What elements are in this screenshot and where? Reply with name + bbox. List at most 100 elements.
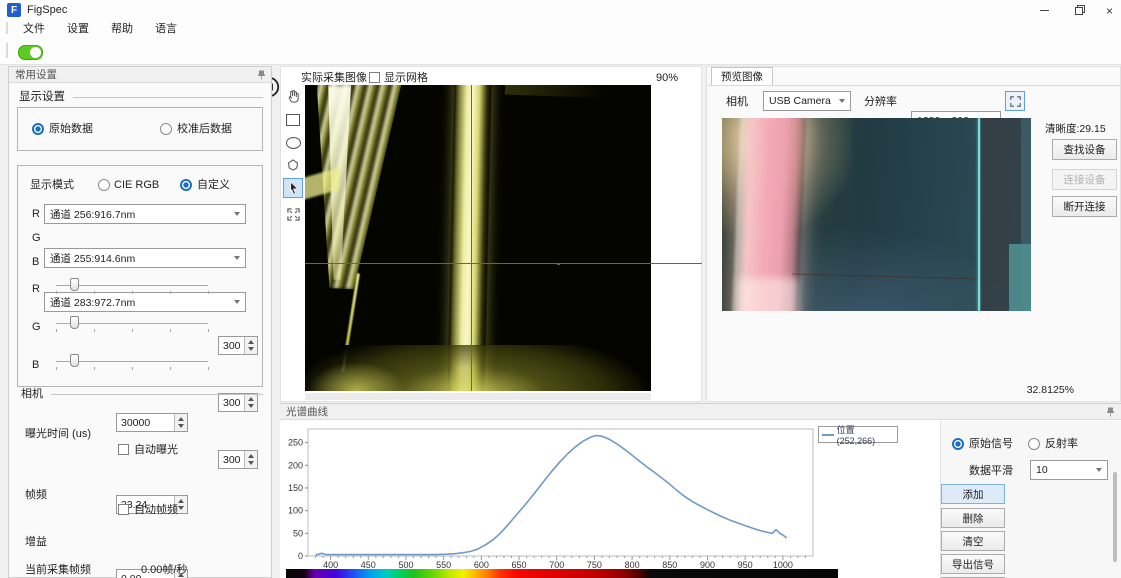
svg-text:50: 50: [293, 528, 303, 538]
preview-fullscreen-button[interactable]: [1005, 91, 1025, 111]
reflectance-radio[interactable]: [1028, 438, 1040, 450]
preview-teal-patch: [1009, 244, 1031, 311]
chevron-down-icon: [234, 300, 240, 304]
preview-scratch-line: [792, 274, 982, 280]
ellipse-tool-icon[interactable]: [283, 133, 303, 153]
polygon-tool-icon[interactable]: [283, 155, 303, 175]
slider-r-spinbox[interactable]: 300: [218, 336, 258, 355]
auto-fps-checkbox[interactable]: [118, 504, 129, 515]
cie-rgb-label[interactable]: CIE RGB: [114, 178, 159, 192]
svg-text:400: 400: [323, 560, 338, 570]
disconnect-button[interactable]: 断开连接: [1052, 196, 1117, 217]
raw-data-radio[interactable]: [32, 123, 44, 135]
capture-scroll-strip[interactable]: [305, 393, 651, 400]
minimize-button[interactable]: [1028, 0, 1060, 20]
add-button[interactable]: 添加: [941, 484, 1005, 504]
slider-b-thumb[interactable]: [70, 354, 79, 367]
tab-preview-image[interactable]: 预览图像: [711, 67, 773, 85]
spin-arrows[interactable]: [174, 414, 187, 431]
current-fps-value: 0.00帧/秒: [141, 563, 187, 577]
slider-g-value: 300: [223, 397, 241, 409]
data-mode-group: 原始数据 校准后数据: [17, 107, 263, 151]
svg-text:900: 900: [700, 560, 715, 570]
camera-select[interactable]: USB Camera: [763, 91, 851, 111]
chevron-down-icon: [234, 212, 240, 216]
auto-fps-label[interactable]: 自动帧频: [134, 503, 178, 517]
delete-button[interactable]: 删除: [941, 508, 1005, 528]
arrow-tool-icon[interactable]: [283, 178, 303, 198]
camera-caption-line: [51, 394, 263, 395]
custom-mode-radio[interactable]: [180, 179, 192, 191]
auto-exposure-label[interactable]: 自动曝光: [134, 443, 178, 457]
channel-b-combo[interactable]: 通道 283:972.7nm: [44, 292, 246, 312]
menu-item-file[interactable]: 文件: [12, 20, 56, 36]
raw-signal-radio[interactable]: [952, 438, 964, 450]
tab-divider: [707, 85, 1120, 86]
menu-item-language[interactable]: 语言: [144, 20, 188, 36]
display-settings-caption-line: [73, 97, 263, 98]
minimize-icon: [1040, 10, 1049, 11]
display-settings-caption: 显示设置: [19, 90, 65, 104]
channel-b-label: B: [32, 255, 39, 269]
connect-device-button[interactable]: 连接设备: [1052, 169, 1117, 190]
pin-icon[interactable]: [1106, 407, 1115, 417]
rectangle-tool-icon[interactable]: [283, 110, 303, 130]
channel-r-combo[interactable]: 通道 256:916.7nm: [44, 204, 246, 224]
slider-g-spinbox[interactable]: 300: [218, 393, 258, 412]
slider-r-thumb[interactable]: [70, 278, 79, 291]
svg-text:200: 200: [288, 460, 303, 470]
slider-r-ticks: [56, 291, 209, 294]
captured-image[interactable]: [305, 85, 651, 391]
reflectance-label[interactable]: 反射率: [1045, 437, 1078, 451]
show-grid-checkbox[interactable]: [369, 72, 380, 83]
spin-arrows[interactable]: [244, 394, 257, 411]
spin-arrows[interactable]: [244, 337, 257, 354]
pin-icon[interactable]: [257, 70, 266, 80]
controls-scrollbar[interactable]: [1113, 472, 1117, 562]
exposure-spinbox[interactable]: 30000: [116, 413, 188, 432]
cie-rgb-radio[interactable]: [98, 179, 110, 191]
custom-mode-label[interactable]: 自定义: [197, 178, 230, 192]
svg-text:800: 800: [625, 560, 640, 570]
menu-item-help[interactable]: 帮助: [100, 20, 144, 36]
spectrum-panel: 光谱曲线 05010015020025040045050055060065070…: [280, 403, 1121, 578]
preview-image: [722, 118, 1031, 311]
slider-r-value: 300: [223, 340, 241, 352]
raw-signal-label[interactable]: 原始信号: [969, 437, 1013, 451]
image-floor-glow: [305, 345, 651, 391]
slider-r-label: R: [32, 282, 40, 296]
channel-g-label: G: [32, 231, 41, 245]
export-signal-button[interactable]: 导出信号: [941, 554, 1005, 574]
menu-grip: [6, 22, 8, 34]
calibrated-data-label[interactable]: 校准后数据: [177, 122, 232, 136]
svg-text:950: 950: [738, 560, 753, 570]
slider-g-thumb[interactable]: [70, 316, 79, 329]
svg-text:650: 650: [512, 560, 527, 570]
slider-b-label: B: [32, 358, 39, 372]
svg-text:600: 600: [474, 560, 489, 570]
hand-tool-icon[interactable]: [283, 86, 303, 106]
raw-data-label[interactable]: 原始数据: [49, 122, 93, 136]
preview-camera-label: 相机: [726, 95, 748, 109]
spin-arrows[interactable]: [244, 451, 257, 468]
calibrated-data-radio[interactable]: [160, 123, 172, 135]
image-top-streak: [505, 85, 645, 99]
clear-button[interactable]: 清空: [941, 531, 1005, 551]
toolbar-grip: [6, 43, 8, 58]
fit-view-icon[interactable]: [283, 204, 303, 224]
show-grid-label[interactable]: 显示网格: [384, 71, 428, 85]
close-button[interactable]: ×: [1098, 1, 1121, 20]
title-bar: F FigSpec ×: [0, 0, 1121, 20]
auto-exposure-checkbox[interactable]: [118, 444, 129, 455]
find-device-button[interactable]: 查找设备: [1052, 139, 1117, 160]
channel-g-combo[interactable]: 通道 255:914.6nm: [44, 248, 246, 268]
svg-text:450: 450: [361, 560, 376, 570]
slider-b-spinbox[interactable]: 300: [218, 450, 258, 469]
chevron-down-icon: [839, 99, 845, 103]
menu-item-settings[interactable]: 设置: [56, 20, 100, 36]
crosshair-horizontal: [305, 263, 702, 264]
restore-button[interactable]: [1064, 0, 1096, 20]
smoothing-select[interactable]: 10: [1030, 460, 1108, 480]
svg-text:500: 500: [398, 560, 413, 570]
toggle-on-icon[interactable]: [18, 45, 43, 60]
